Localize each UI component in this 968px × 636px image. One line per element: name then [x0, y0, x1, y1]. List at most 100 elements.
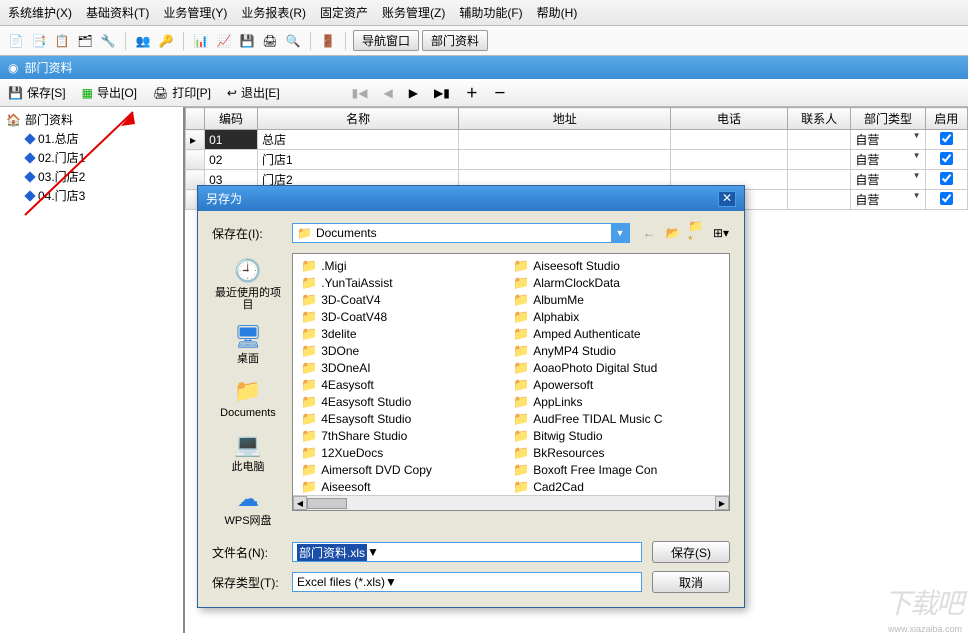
- tb-icon-9[interactable]: 📈: [214, 31, 234, 51]
- col-tel[interactable]: 电话: [671, 108, 788, 130]
- back-icon[interactable]: ◉: [8, 61, 18, 75]
- enable-check[interactable]: [940, 132, 953, 145]
- nav-first[interactable]: ▮◀: [352, 86, 368, 100]
- nav-window-button[interactable]: 导航窗口: [353, 30, 419, 51]
- scroll-left-icon[interactable]: ◀: [293, 496, 307, 510]
- list-item[interactable]: 📁Apowersoft: [511, 377, 723, 393]
- list-item[interactable]: 📁Bitwig Studio: [511, 428, 723, 444]
- col-code[interactable]: 编码: [205, 108, 258, 130]
- menu-help[interactable]: 帮助(H): [537, 4, 578, 21]
- list-item[interactable]: 📁Aimersoft DVD Copy: [299, 462, 511, 478]
- chevron-down-icon[interactable]: ▼: [367, 545, 379, 559]
- tb-icon-4[interactable]: 🗂: [75, 31, 95, 51]
- tb-icon-exit[interactable]: 🚪: [318, 31, 338, 51]
- export-button[interactable]: ▦导出[O]: [82, 84, 137, 101]
- tb-icon-6[interactable]: 👥: [133, 31, 153, 51]
- chevron-down-icon[interactable]: ▼: [611, 224, 629, 242]
- list-item[interactable]: 📁Amped Authenticate: [511, 326, 723, 342]
- nav-prev[interactable]: ◀: [384, 86, 393, 100]
- list-item[interactable]: 📁3D-CoatV4: [299, 292, 511, 308]
- place-thispc[interactable]: 💻 此电脑: [231, 427, 265, 477]
- list-item[interactable]: 📁4Easysoft Studio: [299, 394, 511, 410]
- menu-fixed-asset[interactable]: 固定资产: [320, 4, 368, 21]
- scrollbar-horizontal[interactable]: ◀ ▶: [293, 495, 729, 510]
- col-enabled[interactable]: 启用: [925, 108, 967, 130]
- tree-item-2[interactable]: 03.门店2: [6, 168, 177, 185]
- tb-icon-3[interactable]: 📋: [52, 31, 72, 51]
- enable-check[interactable]: [940, 192, 953, 205]
- tb-icon-1[interactable]: 📄: [6, 31, 26, 51]
- print-button[interactable]: 🖨打印[P]: [153, 84, 211, 101]
- list-item[interactable]: 📁12XueDocs: [299, 445, 511, 461]
- save-in-combo[interactable]: 📁 Documents ▼: [292, 223, 630, 243]
- list-item[interactable]: 📁AlarmClockData: [511, 275, 723, 291]
- chevron-down-icon[interactable]: ▼: [385, 575, 397, 589]
- list-item[interactable]: 📁4Esaysoft Studio: [299, 411, 511, 427]
- place-recent[interactable]: 🕘 最近使用的项目: [212, 253, 284, 315]
- menu-aux[interactable]: 辅助功能(F): [459, 4, 522, 21]
- save-button[interactable]: 💾保存[S]: [8, 84, 66, 101]
- place-wps[interactable]: ☁ WPS网盘: [224, 481, 271, 531]
- tb-icon-5[interactable]: 🔧: [98, 31, 118, 51]
- filename-field[interactable]: 部门资料.xls ▼: [292, 542, 642, 562]
- new-folder-icon[interactable]: 📁*: [688, 224, 706, 242]
- list-item[interactable]: 📁3D-CoatV48: [299, 309, 511, 325]
- tree-item-0[interactable]: 01.总店: [6, 130, 177, 147]
- nav-last[interactable]: ▶▮: [434, 86, 450, 100]
- list-item[interactable]: 📁AnyMP4 Studio: [511, 343, 723, 359]
- view-icon[interactable]: ⊞▾: [712, 224, 730, 242]
- scroll-right-icon[interactable]: ▶: [715, 496, 729, 510]
- list-item[interactable]: 📁Boxoft Free Image Con: [511, 462, 723, 478]
- tb-icon-12[interactable]: 🔍: [283, 31, 303, 51]
- dialog-titlebar[interactable]: 另存为 ✕: [198, 186, 744, 211]
- list-item[interactable]: 📁AoaoPhoto Digital Stud: [511, 360, 723, 376]
- tb-icon-7[interactable]: 🔑: [156, 31, 176, 51]
- dept-data-button[interactable]: 部门资料: [422, 30, 488, 51]
- tb-icon-8[interactable]: 📊: [191, 31, 211, 51]
- tree-item-1[interactable]: 02.门店1: [6, 149, 177, 166]
- file-list[interactable]: 📁.Migi📁.YunTaiAssist📁3D-CoatV4📁3D-CoatV4…: [292, 253, 730, 511]
- col-name[interactable]: 名称: [258, 108, 459, 130]
- list-item[interactable]: 📁Cad2Cad: [511, 479, 723, 495]
- list-item[interactable]: 📁3DOneAI: [299, 360, 511, 376]
- menu-account[interactable]: 账务管理(Z): [382, 4, 445, 21]
- list-item[interactable]: 📁BkResources: [511, 445, 723, 461]
- tb-icon-11[interactable]: 🖨: [260, 31, 280, 51]
- list-item[interactable]: 📁AppLinks: [511, 394, 723, 410]
- scroll-thumb[interactable]: [307, 498, 347, 509]
- list-item[interactable]: 📁3delite: [299, 326, 511, 342]
- list-item[interactable]: 📁Aiseesoft Studio: [511, 258, 723, 274]
- tree-root[interactable]: 🏠 部门资料: [6, 111, 177, 128]
- tb-icon-2[interactable]: 📑: [29, 31, 49, 51]
- col-type[interactable]: 部门类型: [851, 108, 925, 130]
- col-contact[interactable]: 联系人: [787, 108, 851, 130]
- menu-system[interactable]: 系统维护(X): [8, 4, 72, 21]
- tree-item-3[interactable]: 04.门店3: [6, 187, 177, 204]
- cancel-button[interactable]: 取消: [652, 571, 730, 593]
- enable-check[interactable]: [940, 152, 953, 165]
- nav-add[interactable]: ＋: [466, 84, 478, 101]
- list-item[interactable]: 📁Aiseesoft: [299, 479, 511, 495]
- list-item[interactable]: 📁4Easysoft: [299, 377, 511, 393]
- list-item[interactable]: 📁.YunTaiAssist: [299, 275, 511, 291]
- menu-basic[interactable]: 基础资料(T): [86, 4, 149, 21]
- list-item[interactable]: 📁7thShare Studio: [299, 428, 511, 444]
- list-item[interactable]: 📁AudFree TIDAL Music C: [511, 411, 723, 427]
- enable-check[interactable]: [940, 172, 953, 185]
- save-button[interactable]: 保存(S): [652, 541, 730, 563]
- back-icon[interactable]: ←: [640, 224, 658, 242]
- col-addr[interactable]: 地址: [459, 108, 671, 130]
- exit-button[interactable]: ↩退出[E]: [227, 84, 280, 101]
- list-item[interactable]: 📁Alphabix: [511, 309, 723, 325]
- list-item[interactable]: 📁AlbumMe: [511, 292, 723, 308]
- menu-business[interactable]: 业务管理(Y): [163, 4, 227, 21]
- close-icon[interactable]: ✕: [718, 191, 736, 207]
- menu-report[interactable]: 业务报表(R): [241, 4, 306, 21]
- nav-remove[interactable]: －: [494, 84, 506, 101]
- tb-icon-10[interactable]: 💾: [237, 31, 257, 51]
- nav-next[interactable]: ▶: [409, 86, 418, 100]
- place-desktop[interactable]: 🖥 桌面: [231, 319, 265, 369]
- list-item[interactable]: 📁.Migi: [299, 258, 511, 274]
- list-item[interactable]: 📁3DOne: [299, 343, 511, 359]
- filetype-field[interactable]: Excel files (*.xls) ▼: [292, 572, 642, 592]
